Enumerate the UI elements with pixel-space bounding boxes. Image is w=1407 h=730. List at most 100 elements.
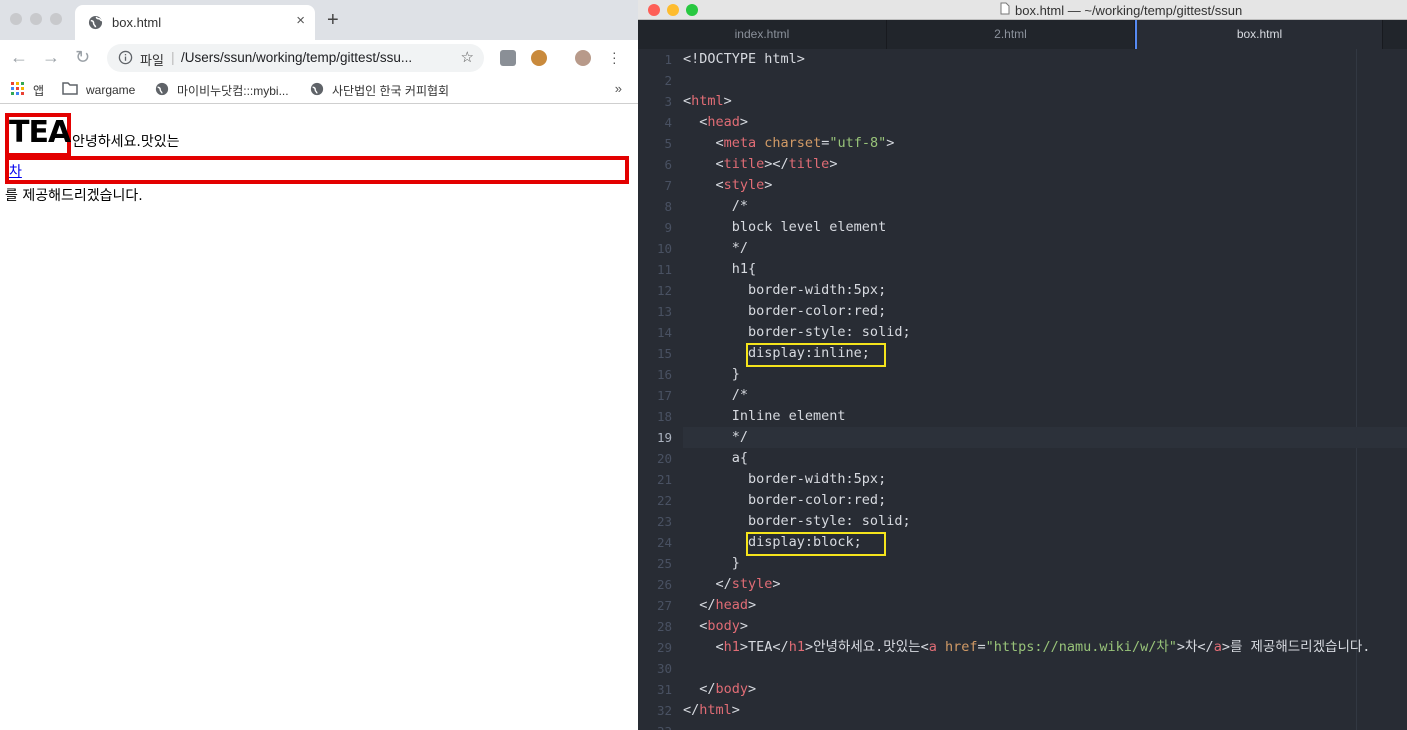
bookmark-mybinu[interactable]: 마이비누닷컴:::mybi... [155, 82, 289, 99]
window-title-text: box.html — ~/working/temp/gittest/ssun [1015, 2, 1243, 18]
bookmark-coffee-association[interactable]: 사단법인 한국 커피협회 [310, 82, 449, 99]
code-line[interactable]: <body> [683, 616, 1407, 637]
code-line[interactable]: border-color:red; [683, 301, 1407, 322]
code-token: >안녕하세요.맛있는< [804, 639, 929, 655]
code-token: < [683, 135, 724, 151]
tab-strip: box.html × + [0, 0, 638, 40]
address-bar[interactable]: 파일 | /Users/ssun/working/temp/gittest/ss… [107, 44, 484, 72]
bookmark-apps[interactable]: 앱 [11, 82, 44, 99]
globe-icon [155, 82, 169, 99]
code-token: /* [683, 198, 749, 214]
code-token: head [707, 114, 740, 130]
line-number: 28 [656, 619, 672, 634]
code-line[interactable]: a{ [683, 448, 1407, 469]
browser-tab[interactable]: box.html × [75, 5, 315, 40]
extension-ex-icon[interactable] [500, 50, 516, 66]
code-token: head [715, 597, 749, 613]
menu-kebab-icon[interactable]: · · · [612, 45, 617, 69]
code-line[interactable]: border-width:5px; [683, 280, 1407, 301]
code-line[interactable] [683, 721, 1407, 730]
code-token: border-width:5px; [683, 282, 887, 298]
code-line[interactable]: border-color:red; [683, 490, 1407, 511]
code-line[interactable]: /* [683, 385, 1407, 406]
code-line[interactable]: <html> [683, 91, 1407, 112]
code-token: < [683, 618, 708, 634]
close-window-button[interactable] [10, 13, 22, 25]
code-token: > [829, 156, 838, 172]
code-line[interactable]: } [683, 553, 1407, 574]
bookmark-star-icon[interactable]: ☆ [461, 48, 474, 66]
code-token: > [723, 93, 732, 109]
tea-link[interactable]: 차 [9, 161, 22, 181]
code-token: title [723, 156, 765, 172]
forward-button[interactable]: → [42, 47, 60, 68]
url-text[interactable]: /Users/ssun/working/temp/gittest/ssu... [181, 50, 412, 65]
code-line[interactable]: border-style: solid; [683, 511, 1407, 532]
new-tab-button[interactable]: + [327, 9, 339, 32]
code-line[interactable]: </html> [683, 700, 1407, 721]
line-number: 15 [656, 346, 672, 361]
code-line[interactable]: Inline element [683, 406, 1407, 427]
profile-avatar[interactable] [575, 50, 591, 66]
zoom-window-button[interactable] [686, 4, 698, 16]
code-token: "https://namu.wiki/w/차" [985, 639, 1177, 655]
code-line[interactable]: </style> [683, 574, 1407, 595]
code-area[interactable]: <!DOCTYPE html> <html> <head> <meta chars… [683, 49, 1407, 730]
info-icon[interactable] [118, 50, 133, 70]
code-token: a [928, 639, 937, 655]
code-line[interactable]: } [683, 364, 1407, 385]
code-line[interactable]: <h1>TEA</h1>안녕하세요.맛있는<a href="https://na… [683, 637, 1407, 658]
browser-toolbar: ← → ↻ 파일 | /Users/ssun/working/temp/gitt… [0, 40, 638, 76]
code-token: > [886, 135, 895, 151]
code-line[interactable]: */ [683, 427, 1407, 448]
code-line[interactable] [683, 658, 1407, 679]
code-line[interactable]: h1{ [683, 259, 1407, 280]
code-token: */ [683, 429, 749, 445]
tab-2-html[interactable]: 2.html [887, 20, 1135, 49]
code-line[interactable]: */ [683, 238, 1407, 259]
cookie-extension-icon[interactable] [531, 50, 547, 66]
code-token: a{ [683, 450, 749, 466]
code-line[interactable]: border-width:5px; [683, 469, 1407, 490]
url-separator: | [171, 49, 175, 65]
code-line[interactable]: </head> [683, 595, 1407, 616]
line-number: 8 [664, 199, 672, 214]
line-number-gutter: 1 2 3 4 5 6 7 8 9 10 11 12 13 14 15 16 17 18 19 20 21 22 23 24 2… [638, 49, 672, 730]
line-number: 26 [656, 577, 672, 592]
code-line[interactable]: /* [683, 196, 1407, 217]
bookmarks-bar: 앱 wargame 마이비누닷컴:::mybi... 사단법인 한국 커피협회 … [0, 76, 638, 104]
code-line[interactable] [683, 70, 1407, 91]
tab-index-html[interactable]: index.html [638, 20, 887, 49]
editor-window-title: box.html — ~/working/temp/gittest/ssun [1000, 2, 1242, 18]
editor-window: box.html — ~/working/temp/gittest/ssun i… [638, 0, 1407, 730]
code-line[interactable]: <head> [683, 112, 1407, 133]
code-line[interactable]: <!DOCTYPE html> [683, 49, 1407, 70]
bookmark-wargame[interactable]: wargame [62, 82, 135, 98]
code-token: > [731, 702, 740, 718]
minimize-window-button[interactable] [30, 13, 42, 25]
code-line[interactable]: <meta charset="utf-8"> [683, 133, 1407, 154]
bookmarks-overflow-icon[interactable]: » [615, 81, 622, 96]
code-token: < [683, 114, 708, 130]
editor-tab-bar: index.html 2.html box.html [638, 20, 1407, 49]
code-token: < [683, 639, 724, 655]
line-number: 9 [664, 220, 672, 235]
back-button[interactable]: ← [10, 47, 28, 68]
code-line[interactable]: </body> [683, 679, 1407, 700]
code-line[interactable]: border-style: solid; [683, 322, 1407, 343]
code-token: > [772, 576, 781, 592]
line-number: 33 [638, 721, 672, 730]
code-line[interactable]: <style> [683, 175, 1407, 196]
code-line[interactable]: block level element [683, 217, 1407, 238]
code-token: Inline element [683, 408, 846, 424]
zoom-window-button[interactable] [50, 13, 62, 25]
close-window-button[interactable] [648, 4, 660, 16]
minimize-window-button[interactable] [667, 4, 679, 16]
line-number: 12 [656, 283, 672, 298]
code-line[interactable]: <title></title> [683, 154, 1407, 175]
reload-button[interactable]: ↻ [75, 47, 90, 68]
tab-box-html[interactable]: box.html [1135, 20, 1383, 49]
line-number: 17 [656, 388, 672, 403]
close-tab-icon[interactable]: × [296, 12, 305, 29]
code-token: > [739, 114, 749, 130]
